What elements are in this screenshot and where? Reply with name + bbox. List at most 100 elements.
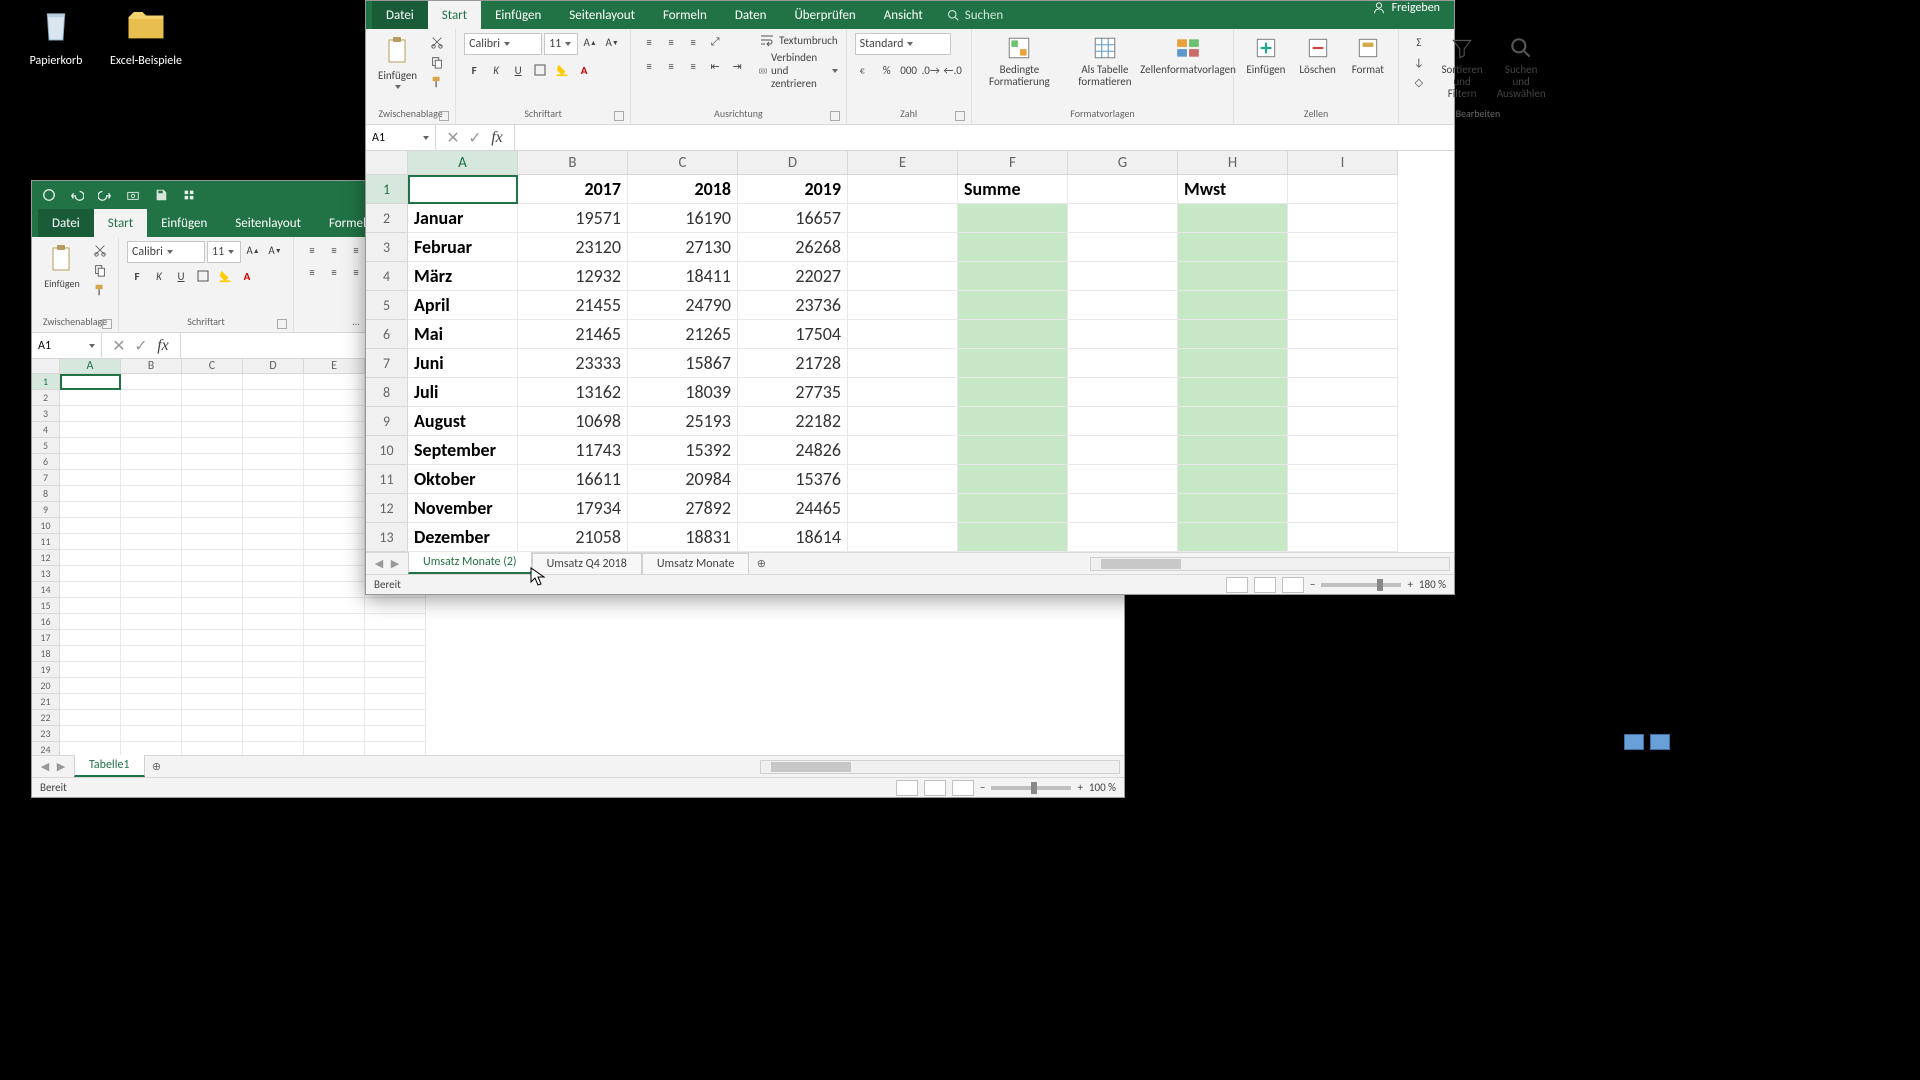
sheet-nav-next-button[interactable]: ▶ (54, 760, 68, 774)
cell[interactable] (243, 630, 304, 646)
bold-button[interactable]: F (127, 267, 147, 285)
copy-button[interactable] (90, 261, 110, 279)
qat-redo-icon[interactable] (96, 186, 114, 204)
cell[interactable] (848, 378, 958, 407)
cut-button[interactable] (427, 33, 447, 51)
row-header[interactable]: 21 (32, 694, 60, 710)
column-header[interactable]: I (1288, 151, 1398, 175)
row-header[interactable]: 11 (366, 465, 408, 494)
row-header[interactable]: 6 (366, 320, 408, 349)
cell[interactable] (121, 694, 182, 710)
cell[interactable] (243, 406, 304, 422)
cell[interactable] (365, 614, 426, 630)
zoom-slider[interactable] (1321, 583, 1401, 587)
row-header[interactable]: 9 (32, 502, 60, 518)
select-all-corner[interactable] (32, 359, 60, 374)
cell[interactable] (1288, 233, 1398, 262)
font-color-button[interactable]: A (237, 267, 257, 285)
dialog-launcher-icon[interactable] (102, 319, 112, 329)
cell[interactable] (848, 465, 958, 494)
cell[interactable] (1068, 291, 1178, 320)
cell[interactable] (304, 454, 365, 470)
zoom-out-button[interactable]: − (980, 781, 985, 794)
italic-button[interactable]: K (149, 267, 169, 285)
cell[interactable] (958, 494, 1068, 523)
dialog-launcher-icon[interactable] (830, 111, 840, 121)
cell[interactable] (304, 726, 365, 742)
row-header[interactable]: 2 (32, 390, 60, 406)
row-header[interactable]: 4 (32, 422, 60, 438)
find-select-button[interactable]: Suchen und Auswählen (1493, 33, 1549, 102)
cell[interactable] (1178, 378, 1288, 407)
insert-cells-button[interactable]: Einfügen (1242, 33, 1289, 78)
tab-view[interactable]: Ansicht (870, 1, 937, 29)
accounting-format-button[interactable]: € (855, 61, 875, 79)
cell[interactable] (121, 374, 182, 390)
zoom-in-button[interactable]: + (1407, 578, 1412, 591)
cell[interactable] (121, 534, 182, 550)
cell[interactable]: 20984 (628, 465, 738, 494)
horizontal-scrollbar[interactable] (760, 760, 1120, 774)
cell[interactable] (304, 438, 365, 454)
cell[interactable]: 2018 (628, 175, 738, 204)
cell[interactable] (182, 630, 243, 646)
cell[interactable] (182, 502, 243, 518)
cell[interactable] (304, 582, 365, 598)
cell[interactable] (121, 614, 182, 630)
cell[interactable]: 16611 (518, 465, 628, 494)
view-page-break-button[interactable] (1282, 577, 1304, 593)
cell[interactable] (182, 662, 243, 678)
cell[interactable]: Januar (408, 204, 518, 233)
copy-button[interactable] (427, 53, 447, 71)
cell[interactable] (304, 710, 365, 726)
cell[interactable] (121, 582, 182, 598)
cell[interactable] (121, 630, 182, 646)
number-format-select[interactable]: Standard (855, 33, 951, 55)
cell[interactable] (243, 710, 304, 726)
cell[interactable] (60, 438, 121, 454)
cell[interactable]: 18614 (738, 523, 848, 552)
cell[interactable] (243, 662, 304, 678)
underline-button[interactable]: U (508, 61, 528, 79)
cell[interactable] (243, 486, 304, 502)
cell[interactable]: Dezember (408, 523, 518, 552)
cell[interactable] (243, 518, 304, 534)
qat-undo-icon[interactable] (68, 186, 86, 204)
row-header[interactable]: 22 (32, 710, 60, 726)
autosum-button[interactable]: Σ (1407, 33, 1431, 51)
dialog-launcher-icon[interactable] (439, 111, 449, 121)
fill-color-button[interactable] (552, 61, 572, 79)
cell[interactable]: 27130 (628, 233, 738, 262)
cell[interactable] (60, 374, 121, 390)
indent-decrease-button[interactable]: ⇤ (705, 57, 725, 75)
cell[interactable] (304, 502, 365, 518)
cell[interactable] (60, 742, 121, 755)
cell[interactable] (60, 630, 121, 646)
cell[interactable] (60, 534, 121, 550)
cell[interactable] (304, 390, 365, 406)
cell[interactable] (1288, 407, 1398, 436)
cell[interactable] (121, 486, 182, 502)
cell-styles-button[interactable]: Zellenformatvorlagen (1151, 33, 1226, 78)
align-top-button[interactable]: ≡ (639, 33, 659, 51)
sheet-nav-prev-button[interactable]: ◀ (372, 557, 386, 571)
row-header[interactable]: 3 (32, 406, 60, 422)
cell[interactable]: 2019 (738, 175, 848, 204)
cell[interactable]: 15867 (628, 349, 738, 378)
align-bottom-button[interactable]: ≡ (683, 33, 703, 51)
cell[interactable] (121, 550, 182, 566)
paste-button[interactable]: Einfügen (374, 33, 421, 91)
view-page-layout-button[interactable] (1254, 577, 1276, 593)
cell[interactable]: April (408, 291, 518, 320)
orientation-button[interactable]: ⤢ (705, 33, 725, 51)
cell[interactable] (848, 436, 958, 465)
align-top-button[interactable]: ≡ (302, 241, 322, 259)
align-right-button[interactable]: ≡ (346, 263, 366, 281)
cell[interactable] (1068, 320, 1178, 349)
tab-home[interactable]: Start (94, 209, 147, 237)
cell[interactable] (182, 454, 243, 470)
cell[interactable] (182, 710, 243, 726)
zoom-out-button[interactable]: − (1310, 578, 1315, 591)
sheet-tab[interactable]: Umsatz Monate (2) (408, 551, 532, 574)
cell[interactable]: 15376 (738, 465, 848, 494)
